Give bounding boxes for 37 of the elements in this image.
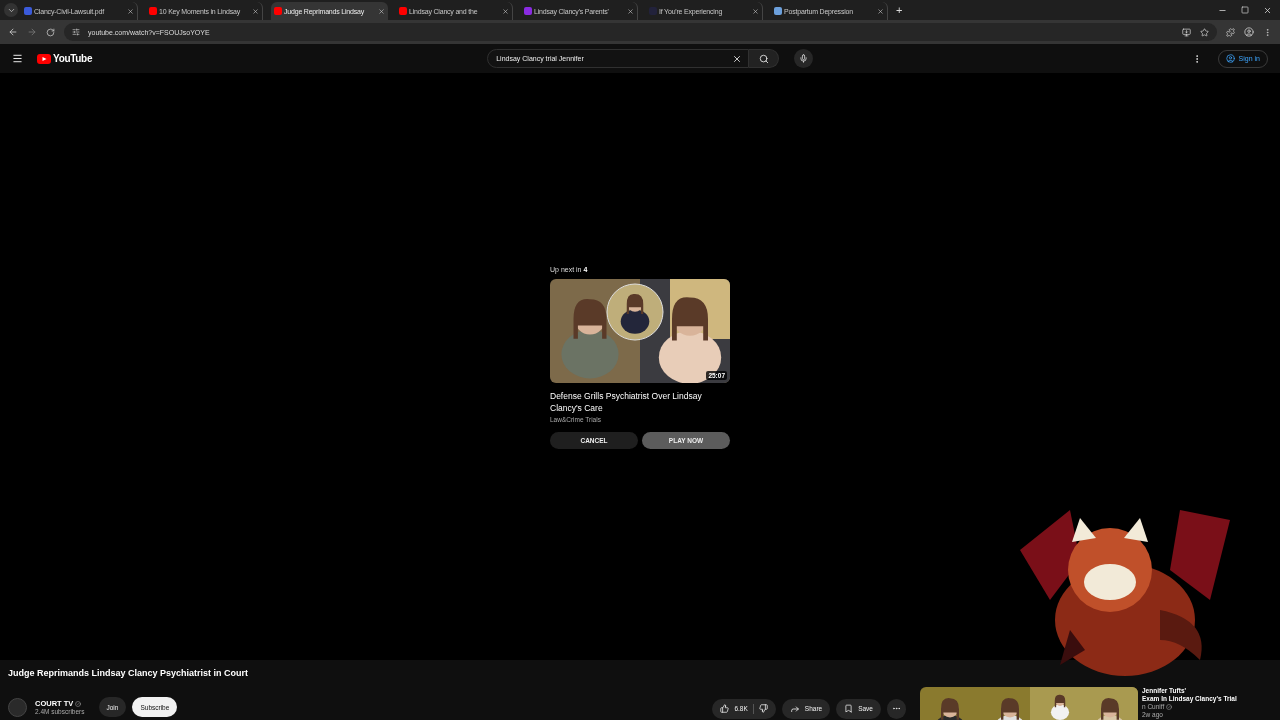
bookmark-icon <box>844 704 854 713</box>
video-title: Judge Reprimands Lindsay Clancy Psychiatrist in Court <box>8 668 250 678</box>
close-icon[interactable] <box>1263 5 1272 15</box>
profile-icon[interactable] <box>1244 27 1254 37</box>
close-icon[interactable] <box>378 7 385 15</box>
thumbs-up-icon <box>720 704 730 713</box>
share-arrow-icon <box>789 703 800 714</box>
site-settings-icon[interactable] <box>72 28 80 36</box>
dislike-icon[interactable] <box>758 704 768 713</box>
site-icon <box>649 7 657 15</box>
reload-icon[interactable] <box>46 27 55 37</box>
bookmark-star-icon[interactable] <box>1200 27 1209 37</box>
install-icon[interactable] <box>1182 27 1191 37</box>
voice-search-button[interactable] <box>794 49 814 68</box>
close-icon[interactable] <box>502 7 509 15</box>
close-icon[interactable] <box>877 7 884 15</box>
site-icon <box>524 7 532 15</box>
next-video-title[interactable]: Defense Grills Psychiatrist Over Lindsay Clancy's Care <box>550 390 730 414</box>
close-icon[interactable] <box>127 7 134 15</box>
user-icon <box>1225 54 1235 63</box>
clear-icon[interactable] <box>732 53 743 64</box>
microphone-icon <box>799 54 809 63</box>
close-icon[interactable] <box>752 7 759 15</box>
play-logo-icon <box>37 53 51 64</box>
search-icon <box>758 53 769 64</box>
back-icon[interactable] <box>8 27 18 37</box>
menu-icon[interactable] <box>12 53 23 64</box>
close-icon[interactable] <box>627 7 634 15</box>
search-button[interactable] <box>749 49 780 68</box>
extensions-icon[interactable] <box>1226 27 1235 37</box>
youtube-logo[interactable]: YouTube <box>37 53 93 64</box>
tab-search-button[interactable] <box>4 3 18 17</box>
site-icon <box>774 7 782 15</box>
close-icon[interactable] <box>252 7 259 15</box>
more-icon <box>892 704 901 713</box>
new-tab-button[interactable]: + <box>896 4 903 16</box>
maximize-icon[interactable] <box>1241 5 1249 14</box>
